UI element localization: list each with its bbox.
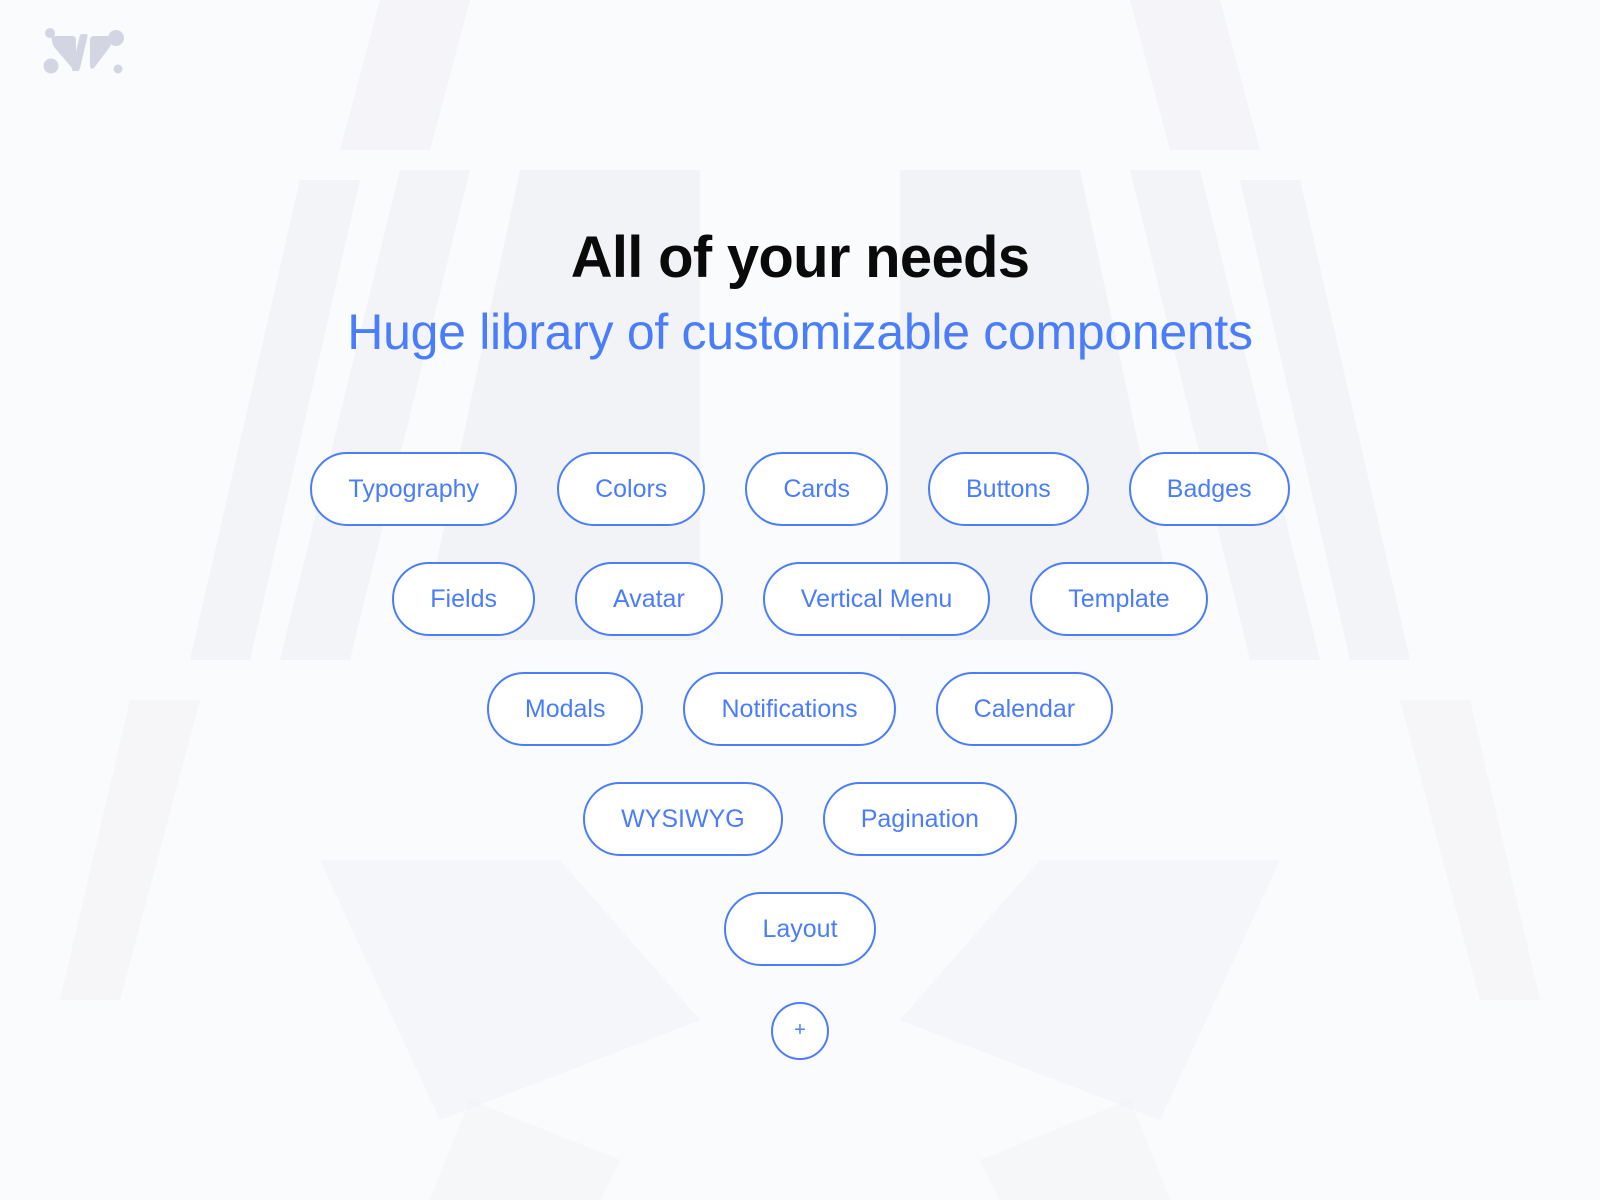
component-pill-list: Typography Colors Cards Buttons Badges Fields…	[0, 452, 1600, 1060]
component-pill-colors[interactable]: Colors	[557, 452, 706, 526]
component-pill-modals[interactable]: Modals	[486, 672, 644, 746]
logo-dot-top-left	[45, 28, 55, 38]
pill-row: Fields Avatar Vertical Menu Template	[0, 562, 1600, 636]
headings-block: All of your needs Huge library of custom…	[0, 225, 1600, 360]
add-more-button[interactable]: +	[771, 1002, 829, 1060]
component-pill-layout[interactable]: Layout	[724, 892, 876, 966]
logo-dot-top-right	[108, 30, 124, 46]
logo-dot-bottom-left	[43, 58, 59, 74]
component-pill-typography[interactable]: Typography	[310, 452, 518, 526]
plus-icon: +	[794, 1019, 806, 1041]
pill-row: Modals Notifications Calendar	[0, 672, 1600, 746]
component-pill-vertical-menu[interactable]: Vertical Menu	[762, 562, 991, 636]
component-pill-wysiwyg[interactable]: WYSIWYG	[583, 782, 783, 856]
component-pill-avatar[interactable]: Avatar	[574, 562, 723, 636]
component-pill-notifications[interactable]: Notifications	[683, 672, 896, 746]
component-pill-template[interactable]: Template	[1030, 562, 1208, 636]
component-pill-fields[interactable]: Fields	[392, 562, 535, 636]
component-pill-calendar[interactable]: Calendar	[935, 672, 1114, 746]
pill-row: Typography Colors Cards Buttons Badges	[0, 452, 1600, 526]
component-pill-pagination[interactable]: Pagination	[822, 782, 1017, 856]
page-container: All of your needs Huge library of custom…	[0, 0, 1600, 1200]
logo-icon[interactable]	[36, 24, 128, 78]
pill-row: WYSIWYG Pagination	[0, 782, 1600, 856]
page-subtitle: Huge library of customizable components	[347, 303, 1253, 360]
page-title: All of your needs	[570, 225, 1030, 290]
add-more-row: +	[0, 1002, 1600, 1060]
pill-row: Layout	[0, 892, 1600, 966]
component-pill-cards[interactable]: Cards	[745, 452, 888, 526]
component-pill-badges[interactable]: Badges	[1128, 452, 1290, 526]
component-pill-buttons[interactable]: Buttons	[928, 452, 1089, 526]
logo-dot-bottom-right	[113, 64, 123, 74]
